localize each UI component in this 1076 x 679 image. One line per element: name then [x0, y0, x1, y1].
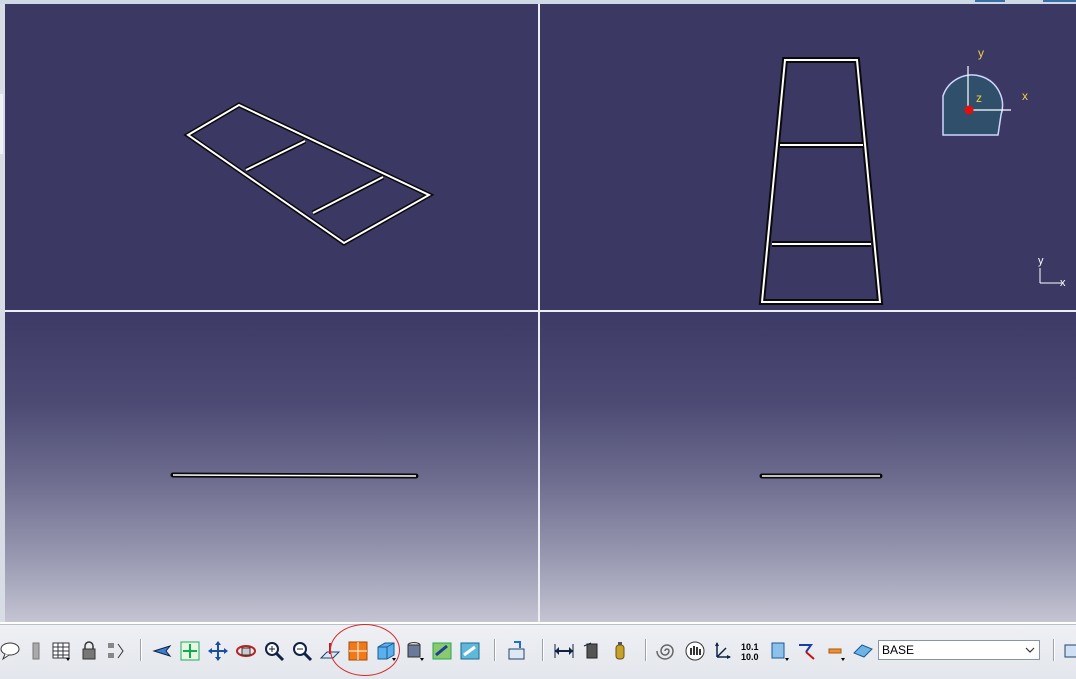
zoom-in-icon[interactable] — [262, 639, 286, 663]
measure-between-icon[interactable] — [552, 639, 576, 663]
chevron-down-icon — [1025, 647, 1035, 653]
multi-view-icon[interactable] — [346, 639, 370, 663]
sketch-pointer-icon[interactable] — [795, 639, 819, 663]
measure-inertia-icon[interactable] — [608, 639, 632, 663]
speech-bubble-icon[interactable] — [0, 639, 22, 663]
viewport-side[interactable] — [540, 312, 1076, 622]
sketcher-icon[interactable] — [1060, 639, 1076, 663]
layer-select[interactable]: BASE — [878, 640, 1040, 660]
svg-text:10.1: 10.1 — [741, 642, 759, 652]
compass-x-label: x — [1022, 89, 1028, 103]
toolbar-separator — [1053, 639, 1055, 661]
measure-item-icon[interactable] — [580, 639, 604, 663]
frame-side-view — [759, 473, 883, 479]
compass-y-label: y — [978, 46, 984, 60]
3d-viewport[interactable]: y x z y x — [5, 4, 1076, 622]
window-tab[interactable] — [1043, 0, 1076, 2]
create-block-icon[interactable] — [505, 639, 529, 663]
iso-view-icon[interactable] — [374, 639, 398, 663]
plane-icon[interactable] — [851, 639, 875, 663]
spiral-icon[interactable] — [655, 639, 679, 663]
frame-isometric — [183, 102, 435, 246]
viewport-front[interactable] — [5, 312, 538, 622]
frame-front-view — [170, 472, 419, 479]
axis-triad-icon — [1039, 268, 1062, 284]
splitter-notch[interactable] — [0, 94, 3, 154]
toolbar-separator — [542, 639, 544, 661]
viewport-top[interactable]: y x z y x — [540, 4, 1076, 310]
table-grid-icon[interactable] — [50, 639, 74, 663]
lock-icon[interactable] — [78, 639, 102, 663]
pan-icon[interactable] — [206, 639, 230, 663]
triad-y-label: y — [1038, 255, 1044, 267]
shading-icon[interactable] — [402, 639, 426, 663]
zoom-out-icon[interactable] — [290, 639, 314, 663]
viewport-splitter-horizontal[interactable] — [5, 310, 1076, 312]
viewport-splitter-vertical[interactable] — [538, 4, 540, 622]
grab-hand-icon[interactable] — [683, 639, 707, 663]
svg-text:10.0: 10.0 — [741, 652, 759, 662]
triad-x-label: x — [1060, 277, 1066, 289]
rotate-icon[interactable] — [234, 639, 258, 663]
hide-show-icon[interactable] — [430, 639, 454, 663]
toolbar-separator — [140, 639, 142, 661]
compass-z-label: z — [976, 91, 982, 105]
toolbar-separator — [645, 639, 647, 661]
normal-view-icon[interactable] — [318, 639, 342, 663]
fly-mode-icon[interactable] — [150, 639, 174, 663]
dimension-icon[interactable]: 10.1 10.0 — [739, 639, 763, 663]
copy-icon[interactable] — [767, 639, 791, 663]
window-tab[interactable] — [975, 0, 1005, 2]
viewport-isometric[interactable] — [5, 4, 538, 310]
frame-top-view: y x z y x — [758, 46, 1066, 305]
layer-select-value: BASE — [882, 643, 915, 657]
fit-all-icon[interactable] — [178, 639, 202, 663]
toolbar-separator — [494, 639, 496, 661]
tree-icon[interactable] — [104, 639, 128, 663]
swap-visible-icon[interactable] — [458, 639, 482, 663]
snap-icon[interactable] — [823, 639, 847, 663]
fastener-icon[interactable] — [24, 639, 48, 663]
axis-system-icon[interactable] — [711, 639, 735, 663]
